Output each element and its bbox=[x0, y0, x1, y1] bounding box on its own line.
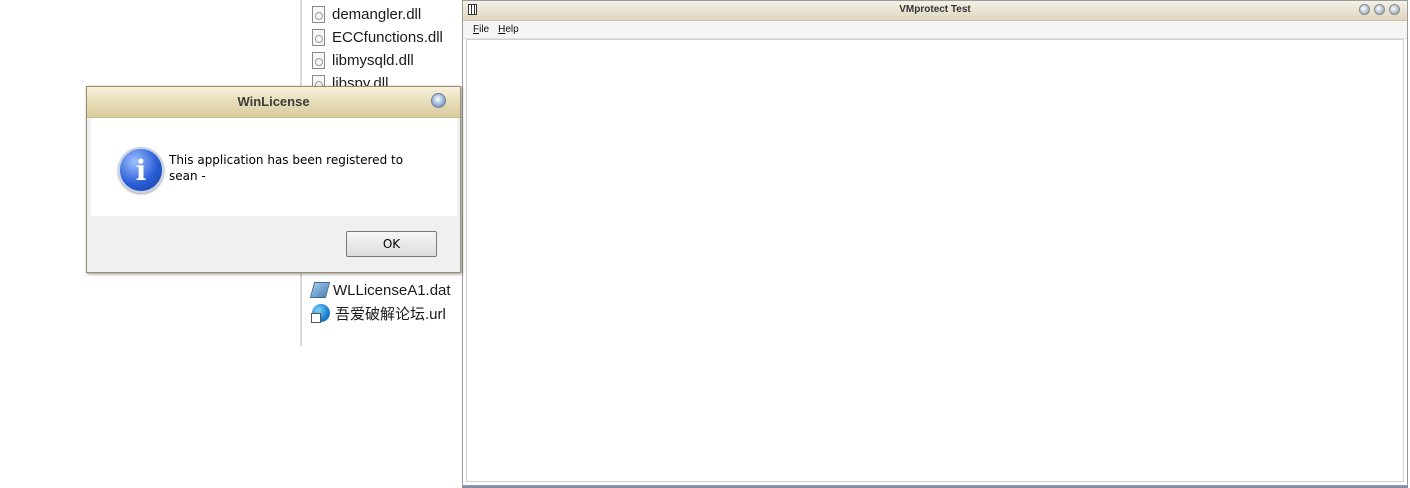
file-item-url-shortcut[interactable]: 吾爱破解论坛.url bbox=[311, 302, 446, 324]
file-name: WLLicenseA1.dat bbox=[333, 281, 451, 299]
client-area bbox=[466, 39, 1404, 482]
minimize-button[interactable] bbox=[1359, 4, 1370, 15]
file-item-eccfunctions[interactable]: ECCfunctions.dll bbox=[312, 26, 443, 48]
dll-file-icon bbox=[312, 51, 325, 69]
dll-file-icon bbox=[312, 28, 325, 46]
vm-titlebar[interactable]: VMprotect Test bbox=[463, 1, 1407, 21]
maximize-button[interactable] bbox=[1374, 4, 1385, 15]
file-item-libmysqld[interactable]: libmysqld.dll bbox=[312, 49, 414, 71]
file-item-wllicense[interactable]: WLLicenseA1.dat bbox=[309, 279, 451, 301]
file-name: libmysqld.dll bbox=[332, 51, 414, 69]
close-button[interactable] bbox=[1389, 4, 1400, 15]
ok-button[interactable]: OK bbox=[346, 231, 437, 257]
information-icon: i bbox=[118, 147, 164, 193]
menu-bar: File Help bbox=[463, 21, 1407, 39]
vmprotect-window: VMprotect Test File Help bbox=[462, 0, 1408, 486]
dialog-message: This application has been registered to … bbox=[169, 153, 404, 183]
dialog-titlebar[interactable]: WinLicense bbox=[87, 87, 460, 118]
file-name: 吾爱破解论坛.url bbox=[335, 305, 446, 323]
file-item-demangler[interactable]: demangler.dll bbox=[312, 3, 421, 25]
menu-file[interactable]: File bbox=[473, 24, 489, 35]
dialog-body: i This application has been registered t… bbox=[91, 118, 457, 216]
menu-help[interactable]: Help bbox=[498, 24, 519, 35]
file-name: ECCfunctions.dll bbox=[332, 28, 443, 46]
dialog-close-icon[interactable] bbox=[431, 93, 446, 108]
dialog-title: WinLicense bbox=[237, 94, 310, 109]
window-title: VMprotect Test bbox=[899, 4, 971, 15]
dll-file-icon bbox=[312, 5, 325, 23]
winlicense-dialog: WinLicense i This application has been r… bbox=[86, 86, 461, 273]
file-name: demangler.dll bbox=[332, 5, 422, 23]
url-shortcut-icon bbox=[311, 304, 330, 323]
dat-file-icon bbox=[309, 282, 331, 298]
